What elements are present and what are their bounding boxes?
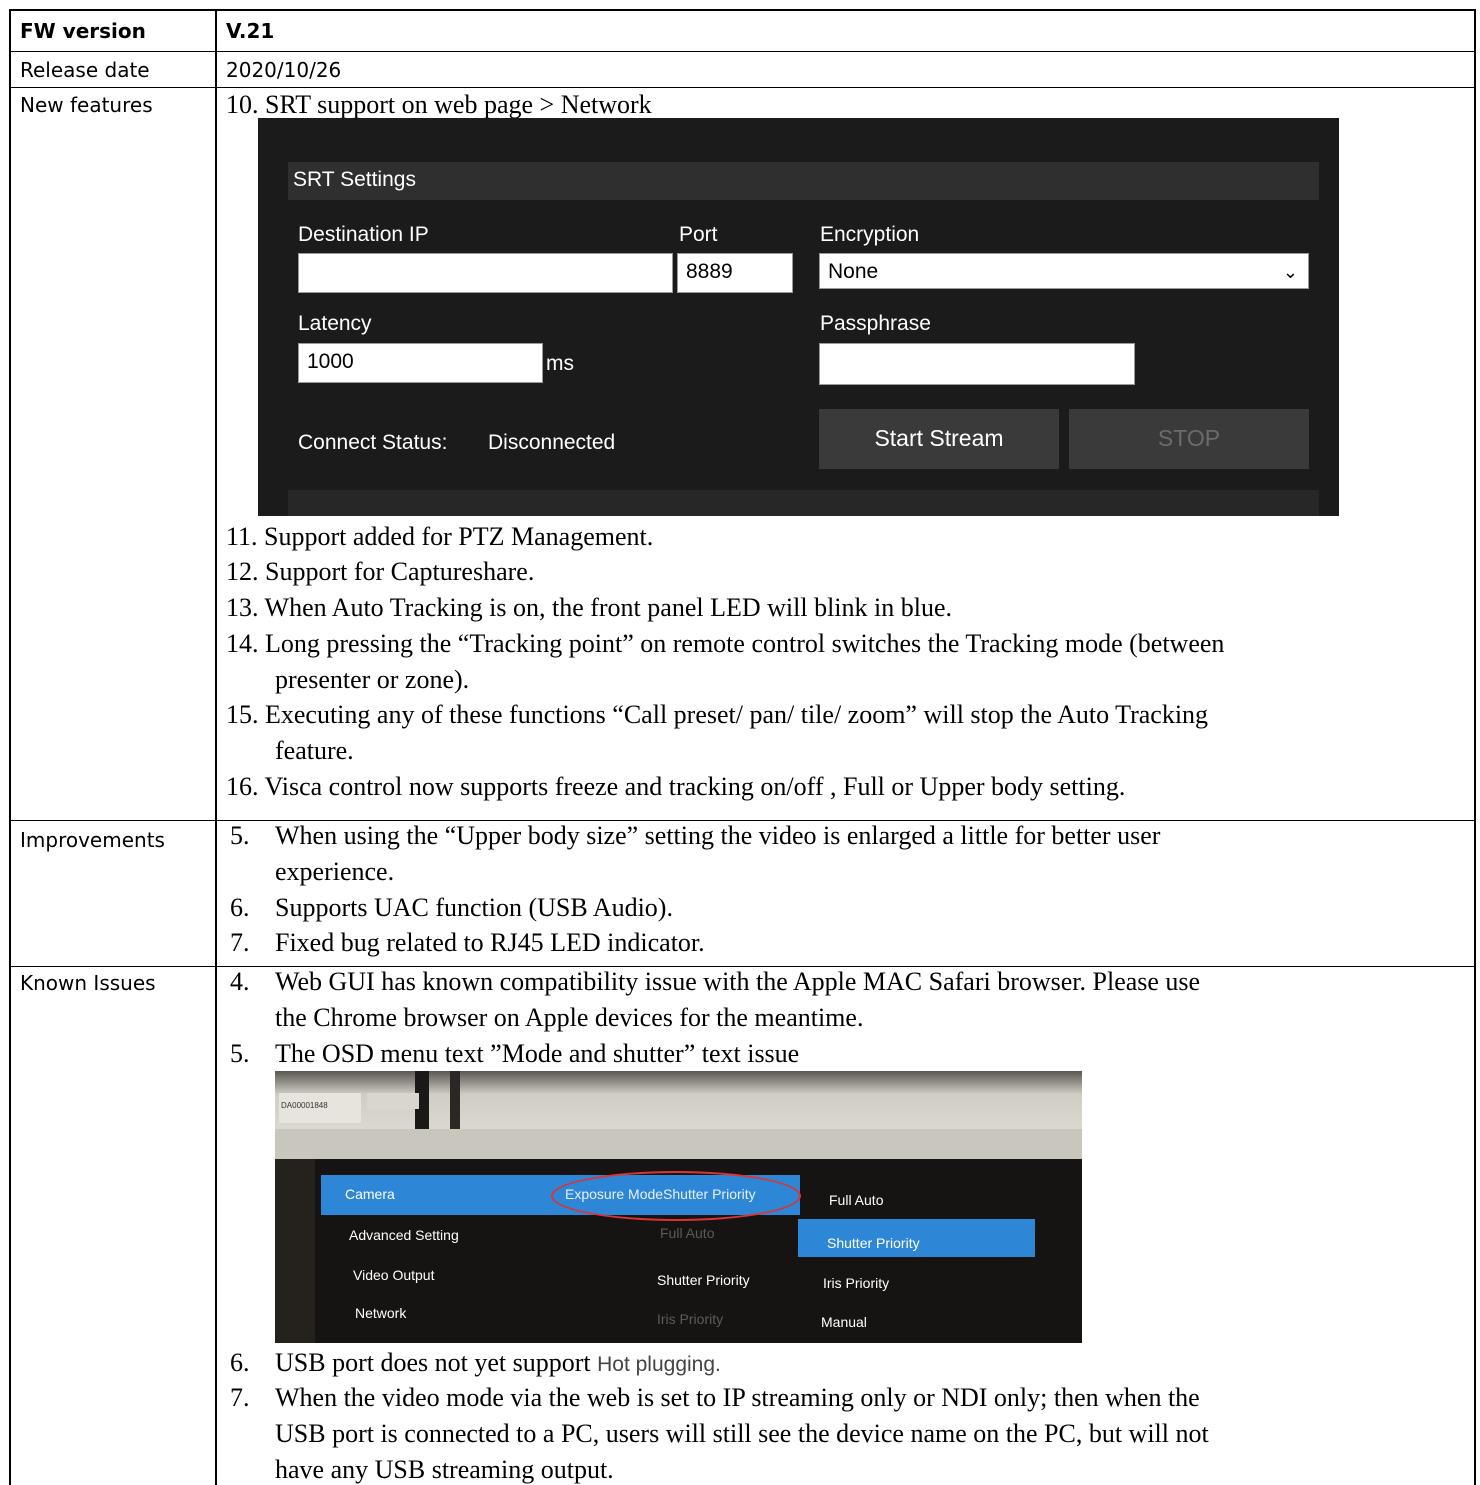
- connect-status-value: Disconnected: [488, 431, 616, 454]
- known-issue-4: Web GUI has known compatibility issue wi…: [275, 967, 1201, 996]
- srt-panel-footer: [288, 490, 1319, 516]
- logo-sticker: [367, 1093, 419, 1109]
- improvement-number: 7.: [230, 928, 250, 957]
- encryption-label: Encryption: [820, 223, 920, 246]
- table-row-divider: [9, 51, 1476, 52]
- connect-status-label: Connect Status:: [298, 431, 448, 454]
- feature-item-14-cont: presenter or zone).: [275, 665, 470, 694]
- osd-option-iris-priority: Iris Priority: [823, 1275, 890, 1291]
- osd-sub-shutter-priority: Shutter Priority: [657, 1272, 750, 1288]
- improvement-item-5: When using the “Upper body size” setting…: [275, 821, 1161, 850]
- feature-item-15: 15. Executing any of these functions “Ca…: [226, 700, 1209, 729]
- start-stream-button[interactable]: Start Stream: [819, 409, 1059, 469]
- feature-item-11: 11. Support added for PTZ Management.: [226, 522, 654, 551]
- feature-item-12: 12. Support for Captureshare.: [226, 557, 535, 586]
- chevron-down-icon: ⌄: [1282, 262, 1298, 282]
- passphrase-label: Passphrase: [820, 312, 931, 335]
- label-sticker-text: DA00001848: [281, 1101, 328, 1110]
- table-border-right: [1474, 9, 1476, 1485]
- known-issue-7-cont2: have any USB streaming output.: [275, 1455, 614, 1484]
- osd-option-shutter-priority: Shutter Priority: [827, 1235, 920, 1251]
- osd-option-manual: Manual: [821, 1314, 867, 1330]
- known-issue-4-cont: the Chrome browser on Apple devices for …: [275, 1003, 864, 1032]
- stop-button[interactable]: STOP: [1069, 409, 1309, 469]
- known-issue-6-text: USB port does not yet support: [275, 1348, 591, 1377]
- known-issue-number: 7.: [230, 1383, 250, 1412]
- osd-menu-advanced: Advanced Setting: [349, 1227, 459, 1243]
- table-column-divider: [215, 9, 217, 1485]
- known-issue-number: 4.: [230, 967, 250, 996]
- known-issue-6: USB port does not yet support Hot pluggi…: [275, 1348, 721, 1380]
- latency-unit: ms: [546, 352, 574, 375]
- osd-sub-iris-priority: Iris Priority: [657, 1311, 724, 1327]
- known-issue-number: 6.: [230, 1348, 250, 1377]
- osd-option-full-auto: Full Auto: [829, 1192, 884, 1208]
- improvement-number: 6.: [230, 893, 250, 922]
- feature-item-15-cont: feature.: [275, 736, 354, 765]
- improvement-item-6: Supports UAC function (USB Audio).: [275, 893, 673, 922]
- destination-ip-label: Destination IP: [298, 223, 429, 246]
- feature-item-16: 16. Visca control now supports freeze an…: [226, 772, 1126, 801]
- osd-menu-camera: Camera: [345, 1186, 395, 1202]
- latency-label: Latency: [298, 312, 372, 335]
- hot-plugging-text: Hot plugging.: [597, 1353, 721, 1376]
- srt-title: SRT Settings: [293, 168, 416, 191]
- table-border-left: [9, 9, 11, 1485]
- latency-input[interactable]: 1000: [298, 343, 543, 383]
- improvement-number: 5.: [230, 821, 250, 850]
- new-features-label: New features: [20, 93, 153, 117]
- improvements-label: Improvements: [20, 828, 165, 852]
- feature-item-13: 13. When Auto Tracking is on, the front …: [226, 593, 953, 622]
- known-issues-label: Known Issues: [20, 971, 156, 995]
- osd-exposure-mode: Exposure ModeShutter Priority: [565, 1186, 756, 1202]
- passphrase-input[interactable]: [819, 343, 1135, 385]
- feature-item-10: 10. SRT support on web page > Network: [226, 90, 652, 119]
- table-row-divider: [9, 87, 1476, 88]
- srt-settings-panel: SRT Settings Destination IP Port 8889 En…: [258, 118, 1339, 516]
- improvement-item-7: Fixed bug related to RJ45 LED indicator.: [275, 928, 705, 957]
- known-issue-number: 5.: [230, 1039, 250, 1068]
- known-issue-7-cont: USB port is connected to a PC, users wil…: [275, 1419, 1209, 1448]
- srt-title-bar: [288, 162, 1319, 200]
- fw-version-value: V.21: [226, 19, 275, 43]
- release-date-label: Release date: [20, 58, 150, 82]
- osd-menu-photo: DA00001848 Camera Exposure ModeShutter P…: [275, 1071, 1082, 1343]
- monitor-screen: Camera Exposure ModeShutter Priority Ful…: [315, 1159, 1082, 1343]
- release-date-value: 2020/10/26: [226, 58, 342, 82]
- table-border-top: [9, 9, 1476, 11]
- port-input[interactable]: 8889: [677, 253, 793, 293]
- known-issue-7: When the video mode via the web is set t…: [275, 1383, 1200, 1412]
- osd-menu-video-output: Video Output: [353, 1267, 435, 1283]
- osd-menu-network: Network: [355, 1305, 407, 1321]
- fw-version-label: FW version: [20, 19, 146, 43]
- destination-ip-input[interactable]: [298, 253, 673, 293]
- osd-sub-full-auto: Full Auto: [660, 1225, 715, 1241]
- encryption-select[interactable]: None ⌄: [819, 253, 1309, 289]
- known-issue-5: The OSD menu text ”Mode and shutter” tex…: [275, 1039, 800, 1068]
- encryption-selected-value: None: [828, 260, 879, 283]
- cable-shadow: [450, 1071, 460, 1129]
- monitor-bezel: [275, 1129, 1082, 1159]
- feature-item-14: 14. Long pressing the “Tracking point” o…: [226, 629, 1225, 658]
- port-label: Port: [679, 223, 718, 246]
- improvement-item-5-cont: experience.: [275, 857, 395, 886]
